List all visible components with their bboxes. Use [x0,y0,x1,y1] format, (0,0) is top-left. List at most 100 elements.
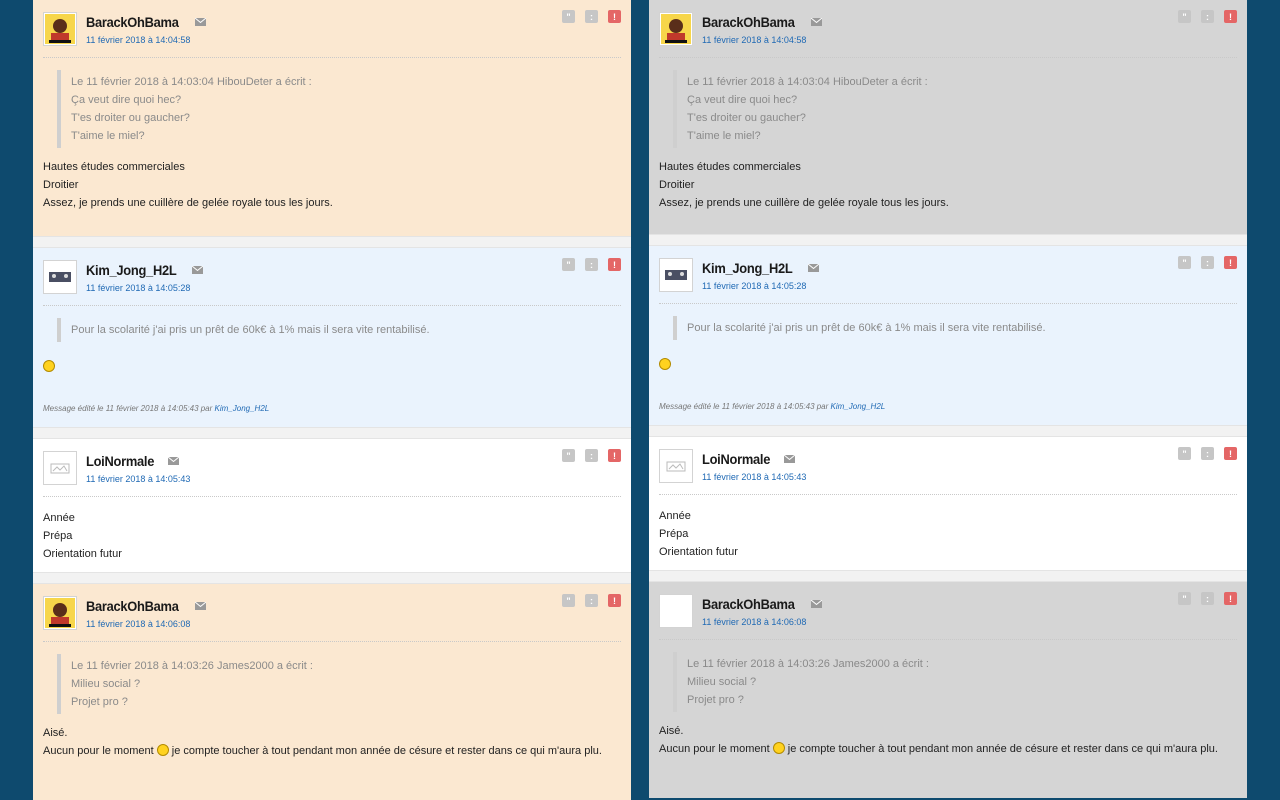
body-text: Aucun pour le moment [659,743,770,755]
avatar[interactable] [43,260,77,294]
post-author[interactable]: BarackOhBama [702,14,795,30]
post-body [43,352,621,376]
edited-by-link[interactable]: Kim_Jong_H2L [215,404,270,413]
avatar[interactable] [659,12,693,46]
divider [659,639,1237,640]
envelope-icon[interactable] [168,457,180,465]
report-icon[interactable]: ! [608,10,621,23]
post-body: Aisé. Aucun pour le moment je compte tou… [43,724,621,760]
quote-icon[interactable]: " [562,449,575,462]
quote-block: Pour la scolarité j'ai pris un prêt de 6… [673,316,1237,340]
body-line: Droitier [43,179,79,191]
envelope-icon[interactable] [192,266,204,274]
divider [43,496,621,497]
envelope-icon[interactable] [784,455,796,463]
quote-icon[interactable]: " [1178,256,1191,269]
report-icon[interactable]: ! [608,449,621,462]
quote-line: Le 11 février 2018 à 14:03:26 James2000 … [71,660,313,672]
divider [659,494,1237,495]
post-author[interactable]: LoiNormale [702,451,770,467]
forum-post: Kim_Jong_H2L 11 février 2018 à 14:05:28 … [649,246,1247,425]
post-date[interactable]: 11 février 2018 à 14:05:28 [702,281,1237,291]
body-text: je compte toucher à tout pendant mon ann… [171,745,602,757]
quote-icon[interactable]: " [562,594,575,607]
avatar[interactable] [659,258,693,292]
body-line: Hautes études commerciales [43,161,185,173]
post-date[interactable]: 11 février 2018 à 14:05:43 [86,474,621,484]
body-line: Aucun pour le moment je compte toucher à… [43,742,621,760]
post-author[interactable]: Kim_Jong_H2L [86,262,177,278]
report-icon[interactable]: ! [1224,592,1237,605]
post-author[interactable]: LoiNormale [86,453,154,469]
post-separator [649,234,1247,246]
body-line: Hautes études commerciales [659,161,801,173]
post-date[interactable]: 11 février 2018 à 14:05:28 [86,283,621,293]
avatar[interactable] [43,12,77,46]
envelope-icon[interactable] [194,602,206,610]
envelope-icon[interactable] [194,18,206,26]
body-line: Aisé. [43,727,68,739]
quote-line: Le 11 février 2018 à 14:03:04 HibouDeter… [71,76,312,88]
report-icon[interactable]: ! [608,594,621,607]
body-line: Droitier [659,179,695,191]
private-message-icon[interactable]: : [585,258,598,271]
post-separator [649,570,1247,582]
avatar[interactable] [43,596,77,630]
avatar[interactable] [43,451,77,485]
edited-prefix: Message édité le 11 février 2018 à 14:05… [43,404,213,413]
post-author[interactable]: BarackOhBama [86,598,179,614]
quote-block: Le 11 février 2018 à 14:03:04 HibouDeter… [57,70,621,148]
quote-line: Milieu social ? [71,678,141,690]
envelope-icon[interactable] [810,600,822,608]
post-author[interactable]: Kim_Jong_H2L [702,260,793,276]
forum-post: LoiNormale 11 février 2018 à 14:05:43 " … [33,439,631,572]
edited-by-link[interactable]: Kim_Jong_H2L [831,402,886,411]
post-date[interactable]: 11 février 2018 à 14:06:08 [702,617,1237,627]
post-date[interactable]: 11 février 2018 à 14:04:58 [702,35,1237,45]
private-message-icon[interactable]: : [585,10,598,23]
quote-block: Le 11 février 2018 à 14:03:26 James2000 … [673,652,1237,712]
post-author[interactable]: BarackOhBama [86,14,179,30]
report-icon[interactable]: ! [1224,10,1237,23]
post-date[interactable]: 11 février 2018 à 14:06:08 [86,619,621,629]
forum-post: BarackOhBama 11 février 2018 à 14:06:08 … [649,582,1247,798]
body-line: Aisé. [659,725,684,737]
post-date[interactable]: 11 février 2018 à 14:05:43 [702,472,1237,482]
private-message-icon[interactable]: : [1201,256,1214,269]
post-author[interactable]: BarackOhBama [702,596,795,612]
private-message-icon[interactable]: : [1201,592,1214,605]
post-separator [33,427,631,439]
smiley-icon [772,742,785,754]
quote-icon[interactable]: " [1178,592,1191,605]
post-body: Hautes études commerciales Droitier Asse… [659,158,1237,212]
quote-icon[interactable]: " [562,258,575,271]
body-line: Aucun pour le moment je compte toucher à… [659,740,1237,758]
body-line: Prépa [43,530,73,542]
quote-icon[interactable]: " [562,10,575,23]
private-message-icon[interactable]: : [1201,447,1214,460]
private-message-icon[interactable]: : [585,449,598,462]
body-line: Assez, je prends une cuillère de gelée r… [43,197,333,209]
quote-line: T'aime le miel? [687,130,761,142]
envelope-icon[interactable] [808,264,820,272]
envelope-icon[interactable] [810,18,822,26]
report-icon[interactable]: ! [1224,256,1237,269]
post-body: Année Prépa Orientation futur [43,509,621,563]
avatar[interactable] [659,594,693,628]
forum-post: BarackOhBama 11 février 2018 à 14:06:08 … [33,584,631,800]
quote-block: Le 11 février 2018 à 14:03:26 James2000 … [57,654,621,714]
private-message-icon[interactable]: : [585,594,598,607]
post-date[interactable]: 11 février 2018 à 14:04:58 [86,35,621,45]
forum-post: LoiNormale 11 février 2018 à 14:05:43 " … [649,437,1247,570]
report-icon[interactable]: ! [1224,447,1237,460]
report-icon[interactable]: ! [608,258,621,271]
post-separator [649,425,1247,437]
quote-icon[interactable]: " [1178,447,1191,460]
quote-line: Le 11 février 2018 à 14:03:04 HibouDeter… [687,76,928,88]
avatar[interactable] [659,449,693,483]
quote-line: Pour la scolarité j'ai pris un prêt de 6… [687,322,1046,334]
forum-post: BarackOhBama 11 février 2018 à 14:04:58 … [33,0,631,236]
private-message-icon[interactable]: : [1201,10,1214,23]
quote-icon[interactable]: " [1178,10,1191,23]
body-line: Orientation futur [43,548,122,560]
